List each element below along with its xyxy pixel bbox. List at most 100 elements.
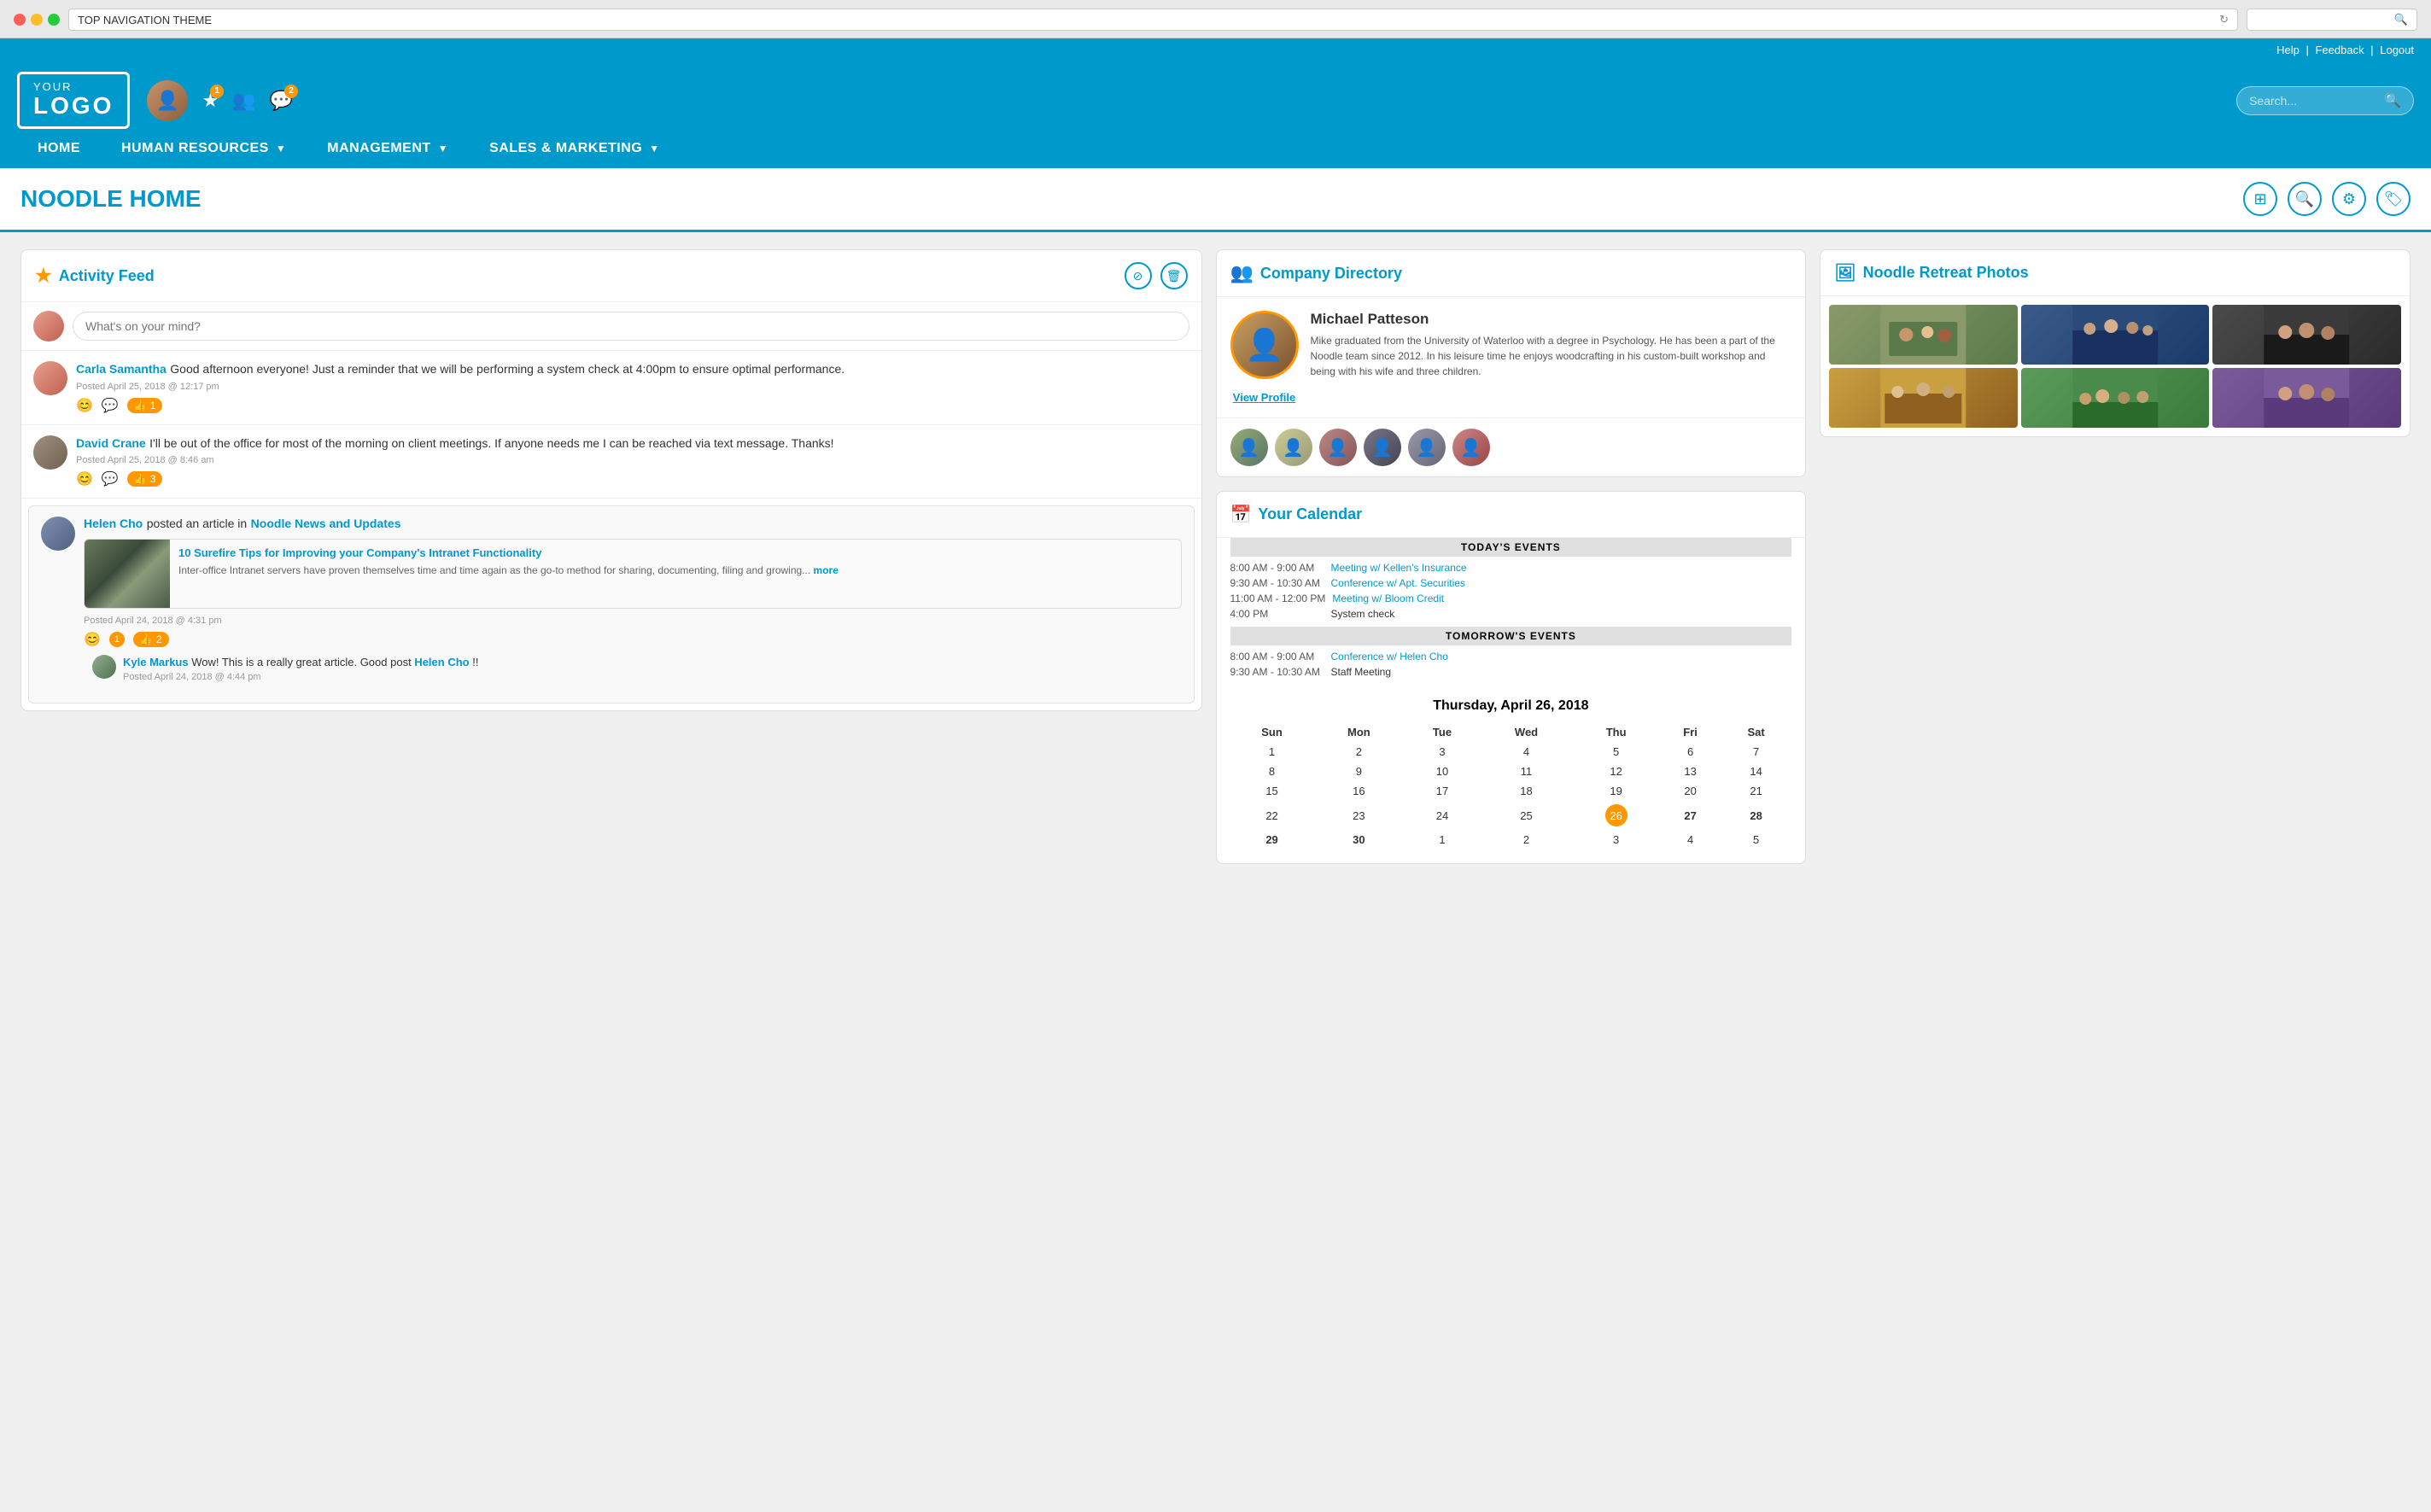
directory-person-1[interactable]: 👤 [1230, 429, 1268, 466]
cal-day[interactable]: 13 [1660, 762, 1721, 781]
help-link[interactable]: Help [2276, 44, 2300, 56]
cal-day[interactable]: 22 [1230, 801, 1314, 830]
carla-comment-button[interactable]: 💬 [102, 397, 119, 414]
photo-2[interactable] [2021, 305, 2210, 365]
event-row-5: 8:00 AM - 9:00 AM Conference w/ Helen Ch… [1230, 651, 1792, 663]
cal-day-highlight[interactable]: 29 [1230, 830, 1314, 849]
cal-day[interactable]: 8 [1230, 762, 1314, 781]
event-2-name[interactable]: Conference w/ Apt. Securities [1331, 577, 1465, 589]
compose-input[interactable] [73, 312, 1189, 341]
article-more-link[interactable]: more [814, 564, 839, 576]
search-button[interactable]: 🔍 [2288, 182, 2322, 216]
directory-person-6[interactable]: 👤 [1452, 429, 1490, 466]
reload-icon[interactable]: ↻ [2219, 13, 2229, 26]
event-3-name[interactable]: Meeting w/ Bloom Credit [1332, 593, 1444, 604]
carla-author[interactable]: Carla Samantha [76, 362, 167, 376]
directory-person-3[interactable]: 👤 [1319, 429, 1357, 466]
delete-button[interactable]: 🗑 [1160, 262, 1188, 289]
kyle-exclamation: !! [472, 656, 478, 668]
david-author[interactable]: David Crane [76, 436, 146, 450]
logout-link[interactable]: Logout [2380, 44, 2414, 56]
view-profile-button[interactable]: View Profile [1233, 391, 1295, 404]
address-bar[interactable]: TOP NAVIGATION THEME ↻ [68, 9, 2238, 31]
photo-3[interactable] [2212, 305, 2401, 365]
event-1-name[interactable]: Meeting w/ Kellen's Insurance [1331, 562, 1467, 574]
cal-day-highlight[interactable]: 27 [1660, 801, 1721, 830]
user-avatar[interactable]: 👤 [147, 80, 188, 121]
cal-day[interactable]: 23 [1314, 801, 1405, 830]
kyle-comment-text: Wow! This is a really great article. Goo… [191, 656, 411, 668]
cal-day[interactable]: 9 [1314, 762, 1405, 781]
directory-person-2[interactable]: 👤 [1275, 429, 1312, 466]
article-title[interactable]: 10 Surefire Tips for Improving your Comp… [178, 546, 839, 561]
helen-react-button[interactable]: 😊 [84, 631, 101, 648]
photo-1[interactable] [1829, 305, 2018, 365]
cal-day[interactable]: 10 [1404, 762, 1481, 781]
cal-day[interactable]: 25 [1481, 801, 1572, 830]
cal-day[interactable]: 7 [1721, 742, 1791, 762]
event-5-name[interactable]: Conference w/ Helen Cho [1331, 651, 1448, 663]
cal-day[interactable]: 21 [1721, 781, 1791, 801]
nav-item-hr[interactable]: HUMAN RESOURCES ▼ [101, 129, 307, 168]
cal-day[interactable]: 4 [1481, 742, 1572, 762]
kyle-mention[interactable]: Helen Cho [414, 656, 469, 668]
nav-item-management[interactable]: MANAGEMENT ▼ [307, 129, 469, 168]
david-like-button[interactable]: 👍 3 [127, 471, 163, 487]
minimize-button[interactable] [31, 14, 43, 26]
close-button[interactable] [14, 14, 26, 26]
cal-day[interactable]: 14 [1721, 762, 1791, 781]
cal-day-other[interactable]: 3 [1572, 830, 1660, 849]
notifications-icon[interactable]: ★ 1 [202, 90, 219, 112]
cal-day[interactable]: 6 [1660, 742, 1721, 762]
cal-day-other[interactable]: 4 [1660, 830, 1721, 849]
people-icon[interactable]: 👥 [232, 90, 255, 112]
cal-day-other[interactable]: 5 [1721, 830, 1791, 849]
filter-button[interactable]: ⊘ [1125, 262, 1152, 289]
tag-button[interactable]: 🏷 [2376, 182, 2411, 216]
messages-icon[interactable]: 💬 2 [270, 90, 293, 112]
add-widget-button[interactable]: ⊞ [2243, 182, 2277, 216]
cal-day[interactable]: 12 [1572, 762, 1660, 781]
david-comment-button[interactable]: 💬 [102, 470, 119, 487]
cal-day[interactable]: 18 [1481, 781, 1572, 801]
david-avatar [33, 435, 67, 470]
feedback-link[interactable]: Feedback [2316, 44, 2364, 56]
carla-like-button[interactable]: 👍 1 [127, 398, 163, 413]
cal-day[interactable]: 20 [1660, 781, 1721, 801]
helen-channel[interactable]: Noodle News and Updates [251, 517, 401, 530]
cal-day-today[interactable]: 26 [1572, 801, 1660, 830]
carla-react-button[interactable]: 😊 [76, 397, 93, 414]
kyle-author[interactable]: Kyle Markus [123, 656, 189, 668]
settings-button[interactable]: ⚙ [2332, 182, 2366, 216]
browser-search-box[interactable]: 🔍 [2247, 9, 2417, 31]
cal-day[interactable]: 15 [1230, 781, 1314, 801]
helen-author[interactable]: Helen Cho [84, 517, 143, 530]
cal-day-highlight[interactable]: 28 [1721, 801, 1791, 830]
photo-4[interactable] [1829, 368, 2018, 428]
cal-day-other[interactable]: 2 [1481, 830, 1572, 849]
profile-main: 👤 View Profile Michael Patteson Mike gra… [1230, 311, 1792, 404]
cal-day[interactable]: 1 [1230, 742, 1314, 762]
site-logo[interactable]: YOUR LOGO [17, 72, 130, 129]
cal-day[interactable]: 24 [1404, 801, 1481, 830]
search-input[interactable] [2249, 94, 2377, 108]
cal-day-highlight[interactable]: 30 [1314, 830, 1405, 849]
cal-day[interactable]: 19 [1572, 781, 1660, 801]
cal-day-other[interactable]: 1 [1404, 830, 1481, 849]
cal-day[interactable]: 3 [1404, 742, 1481, 762]
photo-6[interactable] [2212, 368, 2401, 428]
cal-day[interactable]: 2 [1314, 742, 1405, 762]
maximize-button[interactable] [48, 14, 60, 26]
cal-day[interactable]: 17 [1404, 781, 1481, 801]
directory-person-5[interactable]: 👤 [1408, 429, 1446, 466]
photo-5[interactable] [2021, 368, 2210, 428]
directory-person-4[interactable]: 👤 [1364, 429, 1401, 466]
helen-like-button[interactable]: 👍 2 [133, 632, 169, 647]
david-react-button[interactable]: 😊 [76, 470, 93, 487]
cal-day[interactable]: 5 [1572, 742, 1660, 762]
nav-item-home[interactable]: HOME [17, 129, 101, 168]
cal-day[interactable]: 16 [1314, 781, 1405, 801]
title-actions: ⊞ 🔍 ⚙ 🏷 [2243, 182, 2411, 216]
cal-day[interactable]: 11 [1481, 762, 1572, 781]
nav-item-sales[interactable]: SALES & MARKETING ▼ [469, 129, 681, 168]
